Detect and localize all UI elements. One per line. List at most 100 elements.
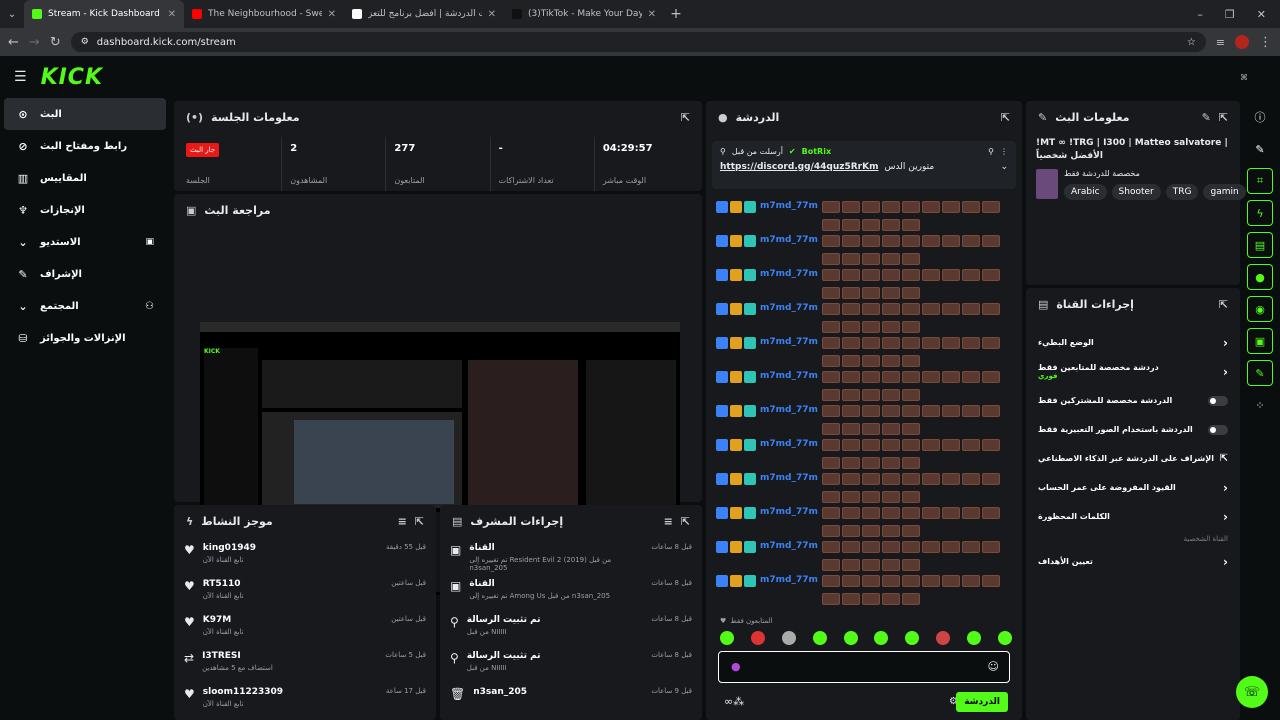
mod-action-row[interactable]: ▣ القناة تم تغييره إلى Resident Evil 2 (20…	[440, 537, 702, 573]
pinned-message[interactable]: ⚲ أرسلت من قبل ✔ BotRix ⚲ ⋮ https://disc…	[712, 141, 1016, 189]
chat-username[interactable]: m7md_77m	[760, 201, 818, 211]
stream-tag[interactable]: gamin	[1203, 184, 1246, 200]
emote-picker-icon[interactable]	[750, 631, 765, 645]
sidebar-item[interactable]: ▥ المقاييس	[4, 162, 166, 194]
language-icon[interactable]: ⌘	[1240, 73, 1248, 82]
activity-row[interactable]: ♥ K97M تابع القناة الآن قبل ساعتين	[174, 609, 436, 645]
chat-username[interactable]: m7md_77m	[760, 337, 818, 347]
emote-picker-icon[interactable]	[936, 631, 951, 645]
chat-username[interactable]: m7md_77m	[760, 303, 818, 313]
new-tab-button[interactable]: +	[664, 6, 688, 22]
channel-action-row[interactable]: الدردشة مخصصة للمشتركين فقط	[1026, 386, 1240, 415]
stream-tag[interactable]: Arabic	[1064, 184, 1107, 200]
emote-picker-icon[interactable]	[781, 631, 796, 645]
chat-username[interactable]: m7md_77m	[760, 405, 818, 415]
popout-icon[interactable]: ⇱	[681, 515, 690, 528]
popout-icon[interactable]: ⇱	[415, 515, 424, 528]
chat-input[interactable]: ● ☺	[718, 651, 1010, 683]
tab-close-icon[interactable]: ✕	[648, 9, 656, 20]
chat-username[interactable]: m7md_77m	[760, 541, 818, 551]
mod-action-row[interactable]: ⚲ تم تثبيت الرسالة من قبل NIIIII قبل 8 ساعا…	[440, 645, 702, 681]
unpin-icon[interactable]: ⚲	[988, 147, 994, 156]
edit-icon[interactable]: ✎	[1247, 136, 1273, 162]
toggle-switch[interactable]	[1208, 395, 1228, 406]
close-window-icon[interactable]: ✕	[1257, 8, 1266, 21]
channel-action-row[interactable]: الإشراف على الدردشة عبر الذكاء الاصطناعي…	[1026, 444, 1240, 473]
chat-message[interactable]: m7md_77m	[706, 371, 1022, 405]
chat-message[interactable]: m7md_77m	[706, 337, 1022, 371]
chat-username[interactable]: m7md_77m	[760, 575, 818, 585]
tab-close-icon[interactable]: ✕	[328, 9, 336, 20]
chat-username[interactable]: m7md_77m	[760, 269, 818, 279]
sidebar-item[interactable]: ✎ الإشراف	[4, 258, 166, 290]
chat-username[interactable]: m7md_77m	[760, 235, 818, 245]
kick-logo[interactable]: KICK	[41, 65, 103, 90]
filter-icon[interactable]: ≡	[664, 515, 673, 528]
back-icon[interactable]: ←	[8, 35, 19, 50]
bookmark-star-icon[interactable]: ☆	[1187, 37, 1196, 48]
clip-icon[interactable]: ⌗	[1247, 168, 1273, 194]
emoji-icon[interactable]: ☺	[988, 660, 999, 673]
chat-message[interactable]: m7md_77m	[706, 507, 1022, 541]
rewards-icon[interactable]: ∞⁂	[724, 695, 744, 708]
popout-icon[interactable]: ⇱	[1001, 111, 1010, 124]
chat-message[interactable]: m7md_77m	[706, 473, 1022, 507]
browser-tab[interactable]: The Neighbourhood - Sweater ✕	[184, 0, 344, 28]
browser-tab[interactable]: بوت الدردشة | أفضل برنامج للتعز ✕	[344, 0, 504, 28]
channel-action-row[interactable]: الوضع البطيء ›	[1026, 328, 1240, 357]
chat-message[interactable]: m7md_77m	[706, 405, 1022, 439]
chat-message[interactable]: m7md_77m	[706, 235, 1022, 269]
sidebar-item[interactable]: ⌄ الاستديو ▣	[4, 226, 166, 258]
extensions-icon[interactable]: ≡	[1216, 36, 1225, 49]
chat-message[interactable]: m7md_77m	[706, 541, 1022, 575]
restore-icon[interactable]: ❐	[1225, 8, 1235, 21]
activity-row[interactable]: ♥ sloom11223309 تابع القناة الآن قبل 17 ساع…	[174, 681, 436, 717]
chat-message[interactable]: m7md_77m	[706, 575, 1022, 609]
sidebar-item[interactable]: ♆ الإنجازات	[4, 194, 166, 226]
popout-icon[interactable]: ⇱	[1219, 111, 1228, 124]
browser-tab[interactable]: Stream - Kick Dashboard ✕	[24, 0, 184, 28]
chat-message[interactable]: m7md_77m	[706, 439, 1022, 473]
emote-picker-icon[interactable]	[720, 631, 734, 645]
url-field[interactable]: ⚙ dashboard.kick.com/stream ☆	[70, 32, 1206, 52]
hamburger-menu-icon[interactable]: ☰	[14, 69, 27, 85]
chat-username[interactable]: m7md_77m	[760, 371, 818, 381]
chat-username[interactable]: m7md_77m	[760, 439, 818, 449]
emote-picker-icon[interactable]	[967, 631, 981, 645]
mod-action-row[interactable]: ⚲ تم تثبيت الرسالة من قبل NIIIII قبل 8 ساعا…	[440, 609, 702, 645]
browser-menu-icon[interactable]: ⋮	[1259, 35, 1272, 50]
category-name[interactable]: مخصصة للدردشة فقط	[1064, 169, 1246, 178]
category-thumbnail[interactable]	[1036, 169, 1058, 199]
edit-icon[interactable]: ✎	[1202, 111, 1211, 124]
tab-search-icon[interactable]: ⌄	[0, 9, 24, 20]
channel-action-row[interactable]: القيود المفروضة على عمر الحساب ›	[1026, 473, 1240, 502]
mod-action-row[interactable]: 🗑 n3san_205 قبل 9 ساعات	[440, 681, 702, 717]
profile-avatar[interactable]	[1235, 35, 1249, 49]
mic-icon[interactable]: ●	[731, 660, 741, 673]
add-widget-icon[interactable]: ⁘	[1247, 392, 1273, 418]
document-icon[interactable]: ▤	[1247, 232, 1273, 258]
forward-icon[interactable]: →	[29, 35, 40, 50]
activity-row[interactable]: ♥ RT5110 تابع القناة الآن قبل ساعتين	[174, 573, 436, 609]
support-button[interactable]: ☏	[1236, 676, 1268, 708]
set-goals-row[interactable]: تعيين الأهداف ›	[1026, 547, 1240, 576]
popout-icon[interactable]: ⇱	[1219, 298, 1228, 311]
sidebar-item[interactable]: ⛁ الإنزالات والجوائز	[4, 322, 166, 354]
sidebar-item[interactable]: ⌄ المجتمع ⚇	[4, 290, 166, 322]
emote-picker-icon[interactable]	[997, 631, 1012, 645]
sidebar-item[interactable]: ⊙ البث	[4, 98, 166, 130]
browser-tab[interactable]: (3)TikTok - Make Your Day ✕	[504, 0, 664, 28]
tab-close-icon[interactable]: ✕	[168, 9, 176, 20]
live-indicator-icon[interactable]: ◉	[1247, 296, 1273, 322]
emote-picker-icon[interactable]	[905, 631, 920, 645]
channel-action-row[interactable]: الدردشة باستخدام الصور التعبيرية فقط	[1026, 415, 1240, 444]
minimize-icon[interactable]: –	[1197, 8, 1203, 21]
activity-row[interactable]: ♥ king01949 تابع القناة الآن قبل 55 دقيقة	[174, 537, 436, 573]
sidebar-item[interactable]: ⊘ رابط ومفتاح البث	[4, 130, 166, 162]
popout-icon[interactable]: ⇱	[681, 111, 690, 124]
more-options-icon[interactable]: ⋮	[1000, 147, 1008, 156]
tab-close-icon[interactable]: ✕	[488, 9, 496, 20]
info-icon[interactable]: ⓘ	[1247, 104, 1273, 130]
chevron-down-icon[interactable]: ⌄	[1000, 162, 1008, 172]
site-info-icon[interactable]: ⚙	[81, 37, 89, 47]
